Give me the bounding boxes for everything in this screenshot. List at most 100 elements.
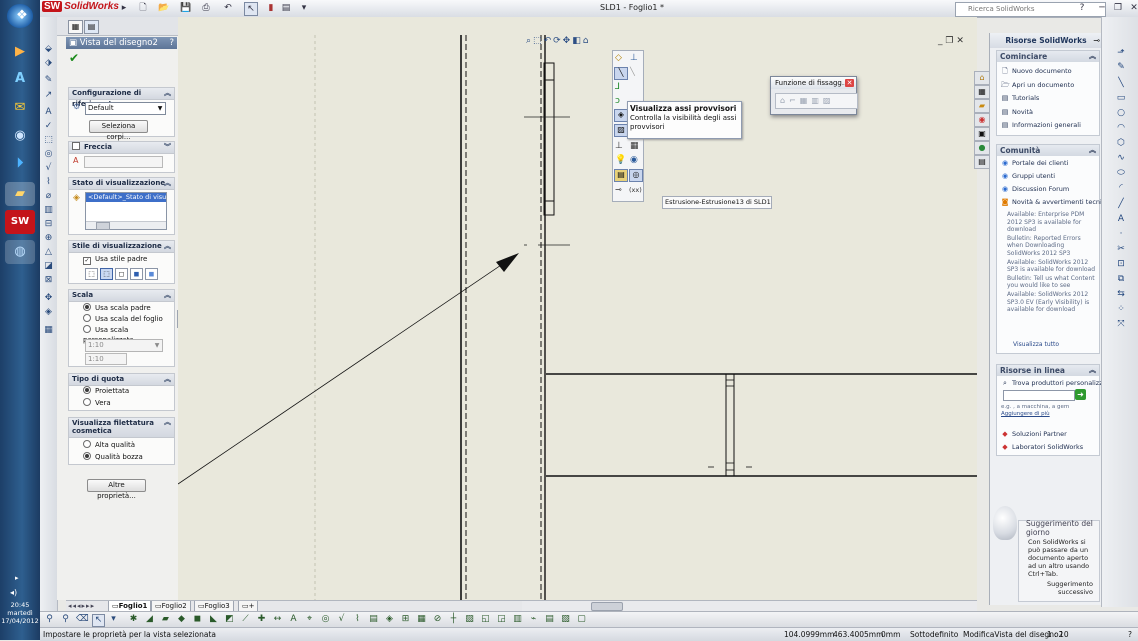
lip-groove-icon[interactable]: ▨ [823,96,835,105]
go-arrow-button[interactable]: ➜ [1075,389,1086,400]
grid-lines-icon[interactable]: ▦ [630,141,639,151]
filter-surface-bodies-icon[interactable]: ◆ [176,614,187,625]
snap-groove-icon[interactable]: ▦ [800,96,812,105]
arrow-checkbox[interactable] [72,142,80,150]
select-pointer-icon[interactable]: ↖ [244,2,258,16]
snap-hook-icon[interactable]: ⌐ [789,96,800,105]
tables-icon[interactable]: ▦ [42,325,55,336]
graphics-area[interactable] [178,35,977,600]
filter-sketch-points-icon[interactable]: ⟋ [240,614,251,625]
open-document-link[interactable]: 🗁 Apri un documento [1001,81,1074,90]
filter-datum-icon[interactable]: ▤ [368,614,379,625]
smart-dimension-icon[interactable]: ✎ [42,75,55,86]
help-icon[interactable]: ? [1128,628,1132,641]
news-item[interactable]: Available: SolidWorks 2012 SP3 is availa… [1007,259,1095,274]
weld-symbol-icon[interactable]: ⌇ [42,177,55,188]
supplier-search-input[interactable] [1003,390,1075,401]
revision-symbol-icon[interactable]: ◈ [42,307,55,318]
grid-icon[interactable]: ⊥ [615,141,623,151]
minimize-button[interactable]: ─ [1096,2,1108,14]
dimension-type-header[interactable]: Tipo di quota ︽ [69,374,174,386]
coordinate-systems-icon[interactable]: ⅃ [615,82,620,92]
file-properties-icon[interactable]: ▤ [280,2,292,14]
app-store-icon[interactable]: A [5,67,35,91]
tech-alerts-link[interactable]: ◙ Novità & avvertimenti tecnici [1001,198,1108,207]
list-scrollbar[interactable] [86,221,166,230]
general-info-link[interactable]: ▤ Informazioni generali [1001,121,1081,130]
trim-icon[interactable]: ✂ [1115,243,1127,255]
shaded-icon[interactable]: ◼ [145,268,158,280]
filter-solid-bodies-icon[interactable]: ◼ [192,614,203,625]
collapse-chevron-icon[interactable]: ︽ [1089,365,1096,376]
tutorials-link[interactable]: ▤ Tutorials [1001,94,1040,103]
smart-dimension-icon[interactable]: ✎ [1115,61,1127,73]
convert-entities-icon[interactable]: ⊡ [1115,258,1127,270]
selection-filter-icon[interactable]: ⚲ [60,614,71,625]
point-icon[interactable]: · [1115,228,1127,240]
filter-connection-points-icon[interactable]: ◲ [496,614,507,625]
scrollbar-thumb[interactable] [591,602,623,611]
arrow-header[interactable]: Freccia ︾ [69,142,174,154]
filter-hatch-icon[interactable]: ▨ [464,614,475,625]
discussion-forum-link[interactable]: ◉ Discussion Forum [1001,185,1069,194]
curves-icon[interactable]: ↄ [615,96,620,106]
hidden-lines-visible-icon[interactable]: ⬚ [100,268,113,280]
network-globe-icon[interactable]: ◍ [5,240,35,264]
dim-option-projected[interactable]: Proiettata [83,386,129,396]
autodimension-icon[interactable]: ↗ [42,90,55,101]
note-icon[interactable]: A [42,107,55,118]
polygon-icon[interactable]: ⬡ [1115,137,1127,149]
fastening-popup-title[interactable]: Funzione di fissagg... [771,77,856,89]
temporary-axes-icon[interactable]: ╲ [614,67,628,80]
filter-vertices-icon[interactable]: ✱ [128,614,139,625]
filter-bom-icon[interactable]: ▤ [544,614,555,625]
blocks-icon[interactable]: △ [42,247,55,258]
dimension-names-icon[interactable]: ⊸ [615,185,622,194]
collapse-chevron-icon[interactable]: ︽ [164,88,171,99]
home-tab-icon[interactable]: ⌂ [974,71,990,85]
undo-icon[interactable]: ↶ [222,2,234,14]
mounting-boss-icon[interactable]: ⌂ [780,96,789,105]
rebuild-icon[interactable]: ▮ [265,2,277,14]
restore-button[interactable]: ❐ [1112,2,1124,14]
center-mark-icon[interactable]: ⊠ [42,275,55,286]
cosmetic-thread-header[interactable]: Visualizza filettatura cosmetica ︽ [69,418,174,438]
getting-started-header[interactable]: Cominciare ︽ [997,51,1099,62]
filter-views-icon[interactable]: ▢ [576,614,587,625]
news-item[interactable]: Bulletin: Tell us what Content you would… [1007,275,1095,290]
search-globe-icon[interactable]: ◉ [5,124,35,148]
display-state-item[interactable]: <Default>_Stato di visua [86,193,166,202]
filter-center-marks-icon[interactable]: ✚ [256,614,267,625]
windows-start-button[interactable]: ❖ [7,4,33,28]
next-tip-link[interactable]: Suggerimento successivo [1045,580,1093,596]
arrow-label-field[interactable] [84,156,163,168]
filter-datum-target-icon[interactable]: ◈ [384,614,395,625]
new-document-link[interactable]: 🗋 Nuovo documento [1001,67,1071,76]
collapse-chevron-icon[interactable]: ︽ [1089,51,1096,62]
wireframe-icon[interactable]: ⬚ [85,268,98,280]
zoom-area-icon[interactable]: ⬚ [533,36,544,46]
view-palette-tab-icon[interactable]: ▣ [974,127,990,141]
filter-dowel-pin-icon[interactable]: ⊘ [432,614,443,625]
pan-icon[interactable]: ✥ [563,36,573,46]
previous-view-icon[interactable]: ↶ [544,36,554,46]
model-view-icon[interactable]: ⬙ [42,44,55,55]
use-parent-style-option[interactable]: ✓ Usa stile padre [83,254,147,265]
ref-config-header[interactable]: Configurazione di riferimento︽ [69,88,174,108]
close-view-icon[interactable]: ✕ [956,36,964,46]
ok-checkmark-button[interactable]: ✔ [69,51,79,65]
filter-axes-icon[interactable]: ◣ [208,614,219,625]
news-item[interactable]: Available: Enterprise PDM 2012 SP3 is av… [1007,211,1095,234]
search-tab-icon[interactable]: ◉ [974,113,990,127]
filter-toolbar-icon[interactable]: ⚲ [44,614,55,625]
options-icon[interactable]: ▾ [298,2,310,14]
filter-dropdown-icon[interactable]: ▾ [108,614,119,625]
filter-table-icon[interactable]: ▥ [512,614,523,625]
projected-view-icon[interactable]: ⬗ [42,58,55,69]
custom-scale-select[interactable]: 1:10 ▼ [85,339,163,352]
rotate-icon[interactable]: ⟳ [553,36,563,46]
media-player-icon[interactable]: ▶ [5,40,35,64]
zoom-to-fit-icon[interactable]: ⌕ [526,36,533,46]
collapse-chevron-icon[interactable]: ︽ [164,374,171,385]
sketch-icon[interactable]: ⬏ [1115,47,1127,59]
